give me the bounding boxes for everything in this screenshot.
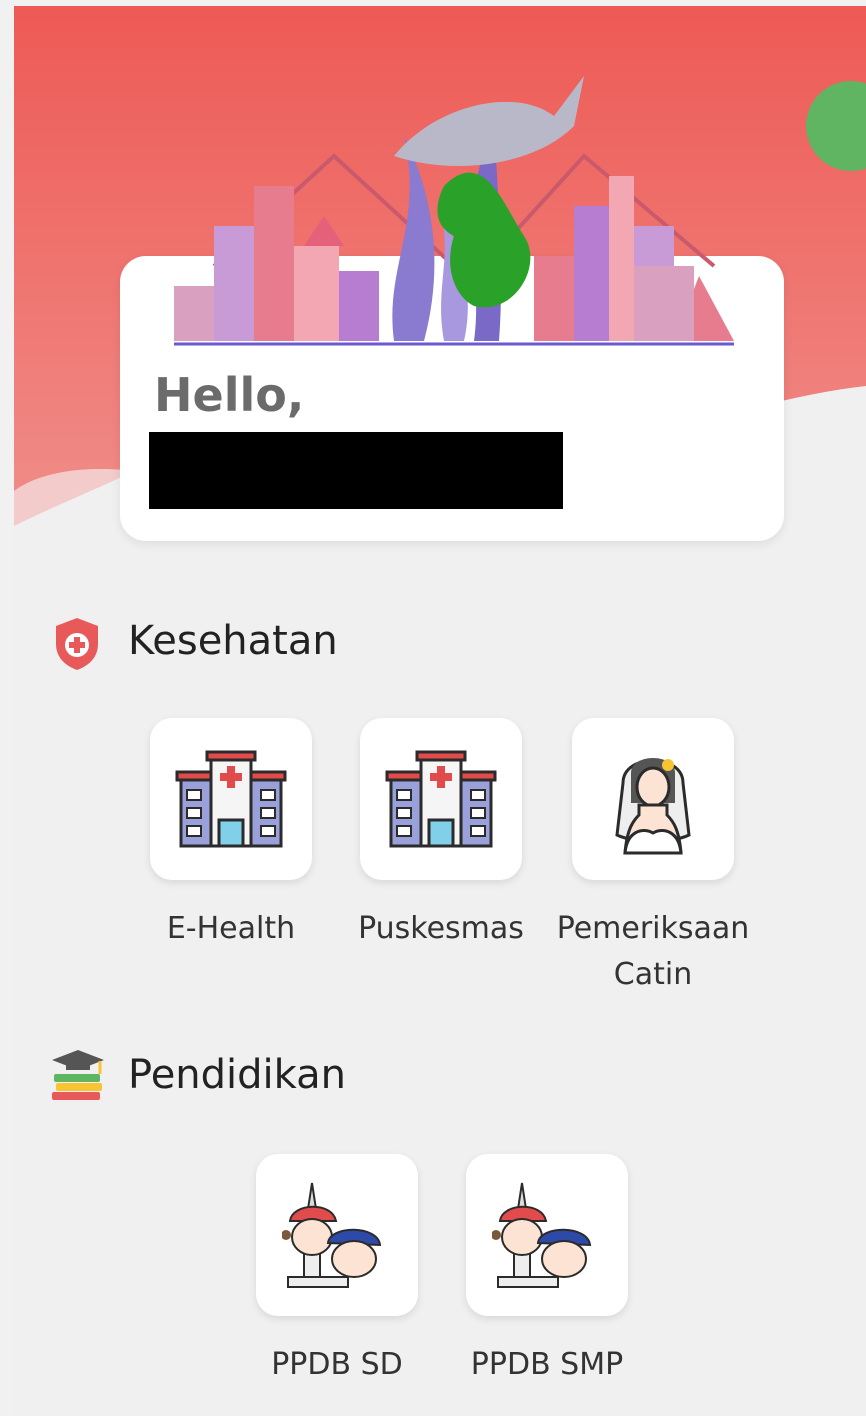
service-tile-puskesmas[interactable]	[360, 718, 522, 880]
students-icon	[282, 1182, 382, 1288]
hospital-icon	[385, 750, 497, 848]
service-label-e-health: E-Health	[166, 911, 296, 946]
service-label-pemeriksaan-catin: Pemeriksaan Catin	[556, 911, 750, 992]
service-label-ppdb-smp: PPDB SMP	[470, 1347, 624, 1382]
books-graduation-cap-icon	[52, 1050, 104, 1100]
service-tile-e-health[interactable]	[150, 718, 312, 880]
service-tile-ppdb-smp[interactable]	[466, 1154, 628, 1316]
section-title-pendidikan: Pendidikan	[128, 1052, 346, 1098]
app-screen: Hello, Kesehatan E-Health Puskesmas Peme…	[14, 6, 866, 1416]
service-label-ppdb-sd: PPDB SD	[271, 1347, 403, 1382]
greeting-hello: Hello,	[154, 368, 305, 422]
service-label-puskesmas: Puskesmas	[358, 911, 524, 946]
city-illustration	[174, 76, 734, 346]
section-title-kesehatan: Kesehatan	[128, 618, 338, 664]
bride-icon	[615, 758, 691, 855]
service-tile-pemeriksaan-catin[interactable]	[572, 718, 734, 880]
hospital-icon	[175, 750, 287, 848]
students-icon	[492, 1182, 592, 1288]
shield-plus-icon	[56, 618, 98, 670]
service-tile-ppdb-sd[interactable]	[256, 1154, 418, 1316]
user-name-redacted	[149, 432, 563, 509]
